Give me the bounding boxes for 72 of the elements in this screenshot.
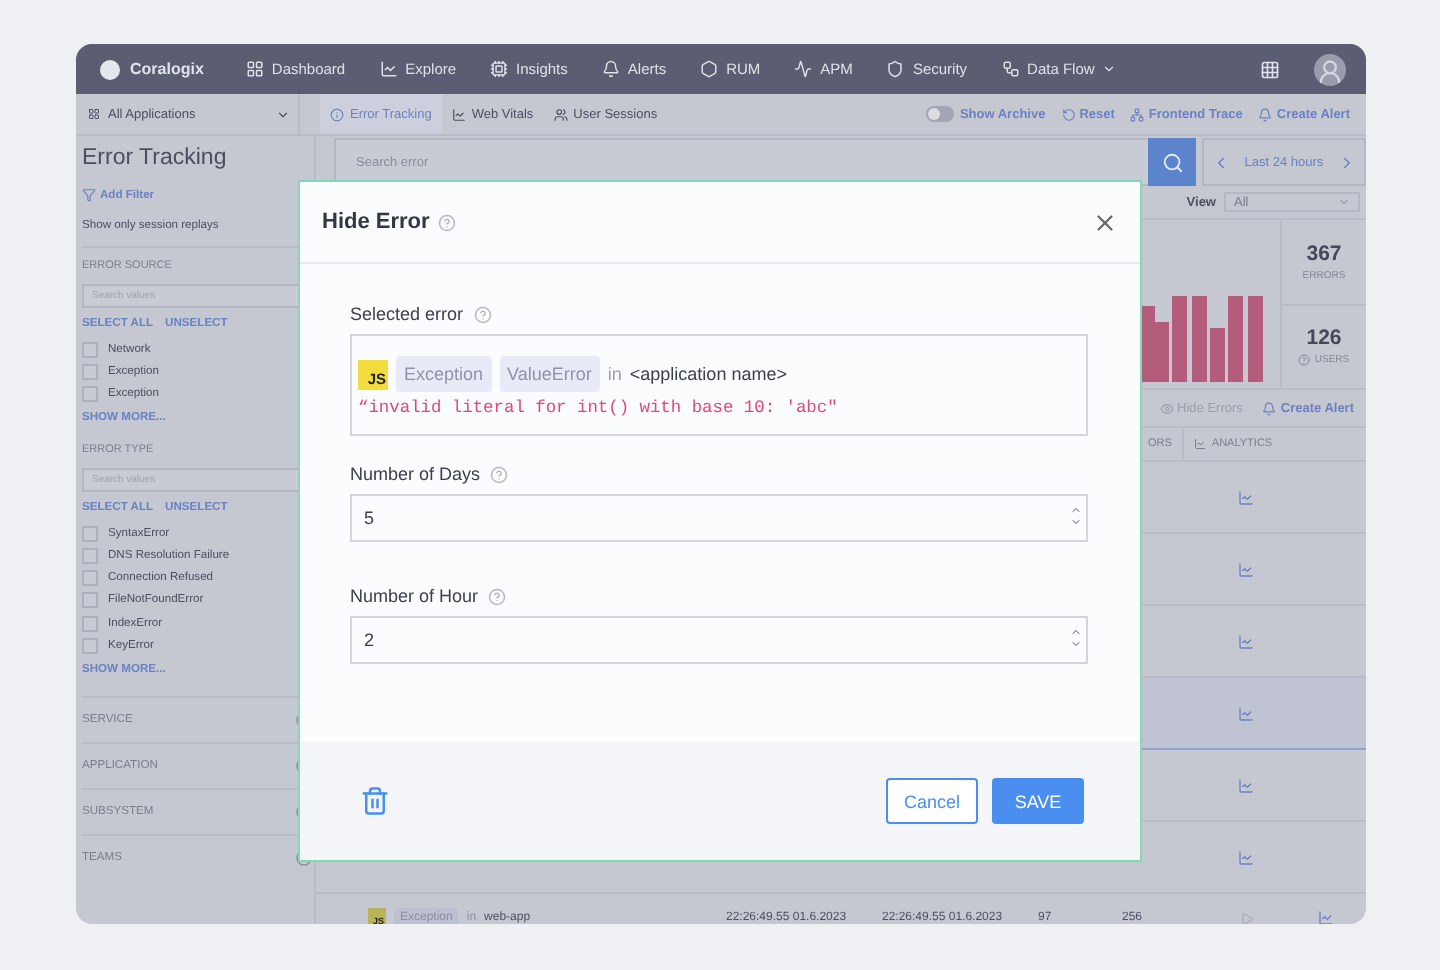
info-icon bbox=[330, 107, 344, 121]
stat-value: 126 bbox=[1306, 326, 1342, 351]
save-button[interactable]: SAVE bbox=[992, 778, 1084, 824]
cancel-button[interactable]: Cancel bbox=[886, 778, 978, 824]
grid-icon bbox=[245, 60, 264, 78]
help-icon bbox=[490, 465, 509, 483]
checkbox[interactable] bbox=[82, 363, 98, 380]
eye-icon bbox=[1159, 401, 1174, 415]
logo-icon bbox=[100, 59, 120, 79]
stepper-icon[interactable] bbox=[1070, 626, 1082, 650]
connector-text: in bbox=[607, 364, 622, 384]
help-icon bbox=[488, 587, 507, 605]
checkbox[interactable] bbox=[82, 638, 98, 655]
number-input[interactable]: 5 bbox=[350, 494, 1088, 542]
bell-icon bbox=[1258, 107, 1273, 121]
chart-icon[interactable] bbox=[1238, 705, 1254, 721]
chevron-down-icon bbox=[1338, 196, 1350, 208]
activity-icon bbox=[794, 60, 813, 78]
chart-icon[interactable] bbox=[1238, 489, 1254, 505]
shield-icon bbox=[886, 60, 905, 78]
reset-icon bbox=[1061, 107, 1076, 121]
bar-chart-drawing bbox=[1140, 292, 1264, 384]
grid-icon bbox=[88, 108, 100, 120]
help-icon bbox=[473, 305, 492, 323]
chip-icon bbox=[490, 60, 509, 78]
number-input[interactable]: 2 bbox=[350, 616, 1088, 664]
search-button[interactable] bbox=[1148, 138, 1196, 186]
play-icon[interactable] bbox=[1239, 911, 1253, 924]
checkbox[interactable] bbox=[82, 570, 98, 587]
chart-icon[interactable] bbox=[1238, 777, 1254, 793]
error-tag: Exception bbox=[396, 356, 492, 392]
chart-icon[interactable] bbox=[1238, 561, 1254, 577]
error-message: “invalid literal for int() with base 10: 'abc" bbox=[358, 398, 840, 418]
users-icon bbox=[553, 107, 568, 121]
delete-button[interactable] bbox=[360, 786, 390, 816]
filter-icon bbox=[82, 188, 96, 202]
field-label: Number of Days bbox=[350, 464, 481, 484]
help-icon bbox=[437, 213, 456, 231]
chart-icon[interactable] bbox=[1318, 910, 1334, 924]
apps-grid-icon[interactable] bbox=[1260, 59, 1280, 79]
bell-icon bbox=[1262, 401, 1277, 415]
dialog-title: Hide Error bbox=[322, 210, 430, 234]
stat-value: 367 bbox=[1306, 241, 1342, 266]
workflow-icon bbox=[1001, 60, 1020, 78]
chart-icon bbox=[451, 107, 466, 121]
checkbox[interactable] bbox=[82, 341, 98, 358]
checkbox[interactable] bbox=[82, 592, 98, 609]
chart-icon[interactable] bbox=[1238, 849, 1254, 865]
avatar[interactable] bbox=[1314, 53, 1346, 85]
field-label: Number of Hour bbox=[350, 586, 479, 606]
checkbox[interactable] bbox=[82, 615, 98, 632]
hexagon-icon bbox=[700, 60, 719, 78]
stepper-icon[interactable] bbox=[1070, 504, 1082, 528]
bell-icon bbox=[601, 60, 620, 78]
brand-logo[interactable]: Coralogix bbox=[100, 59, 204, 79]
sidebar-title: Error Tracking bbox=[82, 146, 229, 170]
application-name: <application name> bbox=[629, 364, 787, 384]
archive-toggle[interactable] bbox=[925, 106, 954, 122]
help-icon bbox=[1298, 354, 1311, 367]
checkbox[interactable] bbox=[82, 547, 98, 564]
error-tag: ValueError bbox=[499, 356, 600, 392]
field-label: Selected error bbox=[350, 304, 464, 324]
chart-icon bbox=[379, 60, 398, 78]
checkbox[interactable] bbox=[82, 525, 98, 542]
close-button[interactable] bbox=[1092, 209, 1118, 235]
chart-icon[interactable] bbox=[1238, 633, 1254, 649]
chevron-down-icon bbox=[276, 107, 290, 121]
caret-icon bbox=[1102, 62, 1117, 76]
search-icon bbox=[1161, 151, 1183, 173]
network-icon bbox=[1130, 107, 1145, 121]
chart-icon bbox=[1193, 438, 1206, 450]
checkbox[interactable] bbox=[82, 386, 98, 403]
